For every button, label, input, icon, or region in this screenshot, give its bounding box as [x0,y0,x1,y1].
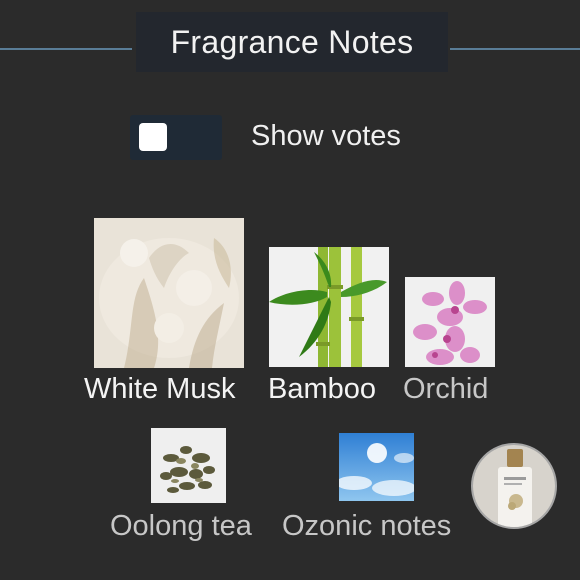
show-votes-label: Show votes [251,120,401,152]
perfume-bottle-icon [473,445,555,527]
header-divider-left [0,48,132,50]
white-musk-image[interactable] [94,218,244,368]
show-votes-toggle[interactable] [130,115,222,160]
bamboo-image[interactable] [269,247,389,367]
header-divider-right [450,48,580,50]
orchid-image[interactable] [405,277,495,367]
section-header: Fragrance Notes [136,12,448,72]
toggle-knob [139,123,167,151]
white-musk-label: White Musk [84,373,236,405]
bamboo-label: Bamboo [268,373,377,405]
perfume-fab-button[interactable] [471,443,557,529]
orchid-label: Orchid [403,373,489,405]
ozonic-notes-label: Ozonic notes [282,510,452,542]
section-title: Fragrance Notes [170,23,414,60]
ozonic-notes-image[interactable] [339,433,414,501]
oolong-tea-image[interactable] [151,428,226,503]
oolong-tea-label: Oolong tea [110,510,252,542]
